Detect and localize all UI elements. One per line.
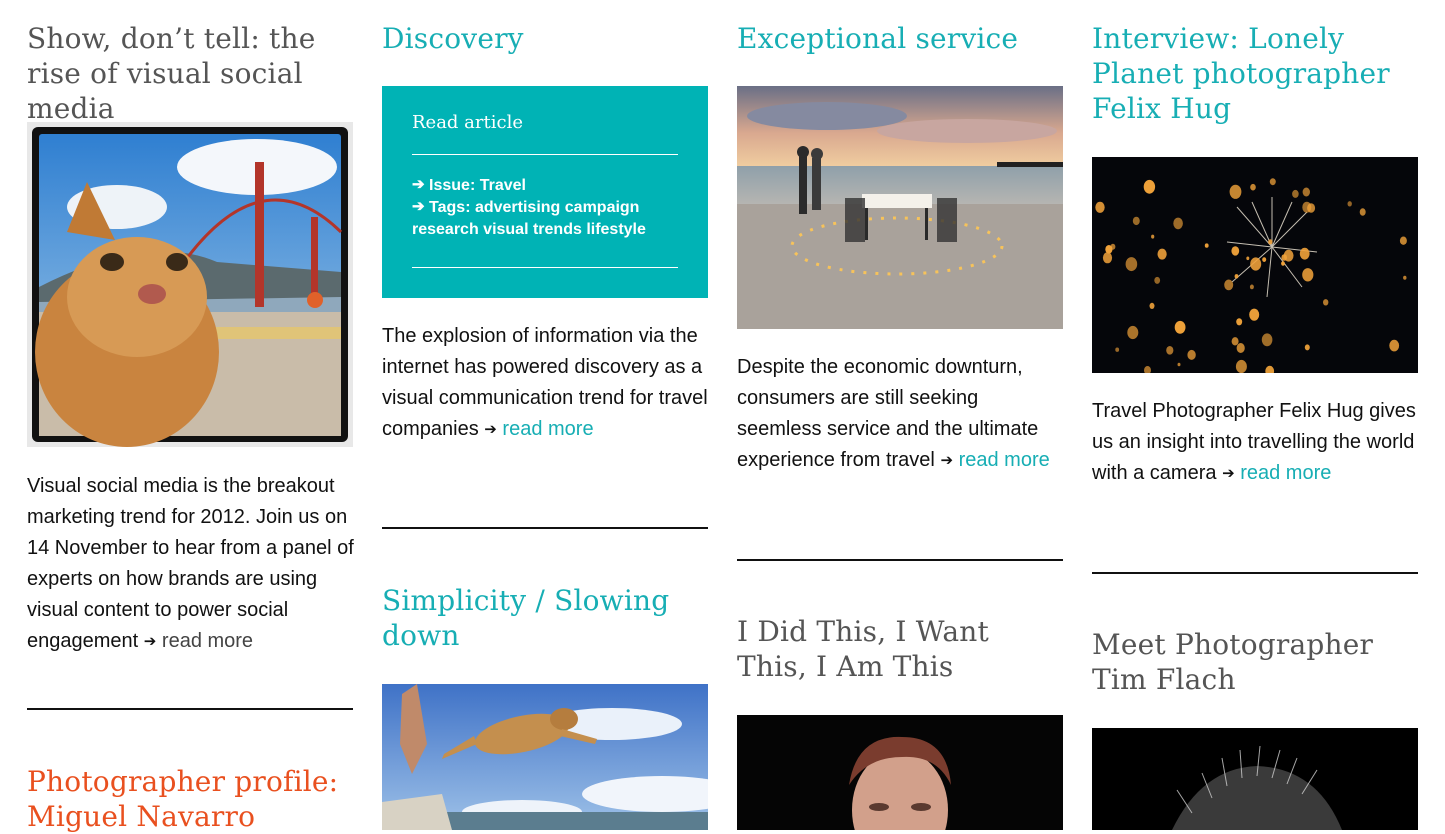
lantern-shape [1151,234,1155,239]
article-summary: Visual social media is the breakout mark… [27,471,357,658]
lantern-shape [1204,243,1209,248]
lantern-shape [1269,178,1276,186]
article-title[interactable]: Discovery [382,21,524,56]
lanterns-image[interactable] [1092,157,1418,373]
article-title[interactable]: Meet Photographer Tim Flach [1092,627,1418,697]
arrow-right-icon: ➔ [412,198,425,215]
fur-texture-illustration [1092,728,1418,830]
lantern-shape [1231,337,1239,346]
read-more-link[interactable]: read more [1240,462,1331,484]
article-title[interactable]: I Did This, I Want This, I Am This [737,614,1067,684]
card-divider [412,267,678,268]
lantern-shape [1157,248,1167,260]
lantern-shape [1115,347,1120,352]
tim-flach-image[interactable] [1092,728,1418,830]
arrow-right-icon: ➔ [412,176,425,193]
beach-dinner-image[interactable] [737,86,1063,329]
lantern-shape [1302,268,1314,282]
lantern-shape [1174,320,1186,334]
article-summary: Despite the economic downturn, consumers… [737,352,1063,477]
card-meta: ➔ Issue: Travel ➔ Tags: advertising camp… [412,175,678,241]
article-title[interactable]: Photographer profile: Miguel Navarro [27,764,357,834]
lantern-shape [1173,217,1183,230]
lantern-shape [1143,179,1156,194]
divider [382,527,708,529]
lantern-shape [1231,246,1240,256]
lantern-shape [1302,201,1312,213]
portrait-man-illustration [737,715,1063,830]
beach-dinner-illustration [737,86,1063,329]
lantern-shape [1249,308,1260,321]
dog-jumping-illustration [382,684,708,830]
dog-jumping-image[interactable] [382,684,708,830]
lantern-shape [1302,187,1310,197]
divider [737,559,1063,561]
lantern-shape [1304,344,1310,351]
lantern-shape [1145,182,1149,187]
lantern-shape [1389,339,1400,352]
lantern-shape [1095,201,1105,213]
article-summary: Travel Photographer Felix Hug gives us a… [1092,396,1418,490]
lantern-shape [1246,256,1250,261]
read-article-link[interactable]: Read article [412,112,523,133]
lantern-shape [1149,302,1155,309]
issue-line: ➔ Issue: Travel [412,175,678,197]
lantern-shape [1166,346,1174,355]
issue-link[interactable]: Issue: Travel [429,177,526,194]
lantern-shape [1235,359,1247,373]
lanterns-fireworks-illustration [1092,157,1418,373]
arrow-right-icon: ➔ [940,452,954,469]
lantern-shape [1154,276,1161,284]
lantern-shape [1236,318,1243,326]
cat-bridge-illustration [27,122,353,447]
lantern-shape [1132,216,1140,226]
lantern-shape [1359,208,1366,216]
tags-link[interactable]: Tags: advertising campaign research visu… [412,199,646,238]
lantern-shape [1323,299,1329,306]
lantern-shape [1347,201,1352,207]
article-summary: The explosion of information via the int… [382,321,708,446]
lantern-shape [1224,279,1234,291]
lantern-shape [1249,284,1254,290]
lantern-shape [1177,362,1181,367]
lantern-shape [1187,349,1196,360]
lantern-shape [1105,245,1113,254]
arrow-right-icon: ➔ [1222,465,1235,482]
read-more-link[interactable]: read more [162,630,253,652]
card-divider [412,154,678,155]
lantern-shape [1125,257,1138,272]
lantern-shape [1229,184,1242,199]
cat-bridge-image[interactable] [27,122,353,447]
article-info-card: Read article ➔ Issue: Travel ➔ Tags: adv… [382,86,708,298]
lantern-shape [1102,252,1113,264]
lantern-shape [1299,247,1310,260]
lantern-shape [1236,343,1245,353]
lantern-shape [1281,261,1285,266]
portrait-man-image[interactable] [737,715,1063,830]
tags-line: ➔ Tags: advertising campaign research vi… [412,197,678,241]
lantern-shape [1262,257,1267,262]
lantern-shape [1127,325,1139,340]
lantern-shape [1261,333,1273,347]
article-title[interactable]: Simplicity / Slowing down [382,583,708,653]
lantern-shape [1283,249,1294,262]
arrow-right-icon: ➔ [484,421,497,438]
divider [1092,572,1418,574]
lantern-shape [1250,183,1256,191]
lantern-shape [1403,275,1407,280]
lantern-shape [1234,274,1239,279]
lantern-shape [1250,257,1262,271]
lantern-shape [1292,189,1299,198]
arrow-right-icon: ➔ [143,633,157,650]
lantern-shape [1268,239,1273,245]
article-title[interactable]: Exceptional service [737,21,1018,56]
read-more-link[interactable]: read more [959,449,1050,471]
divider [27,708,353,710]
read-more-link[interactable]: read more [502,418,593,440]
lantern-shape [1399,236,1407,245]
summary-text: Visual social media is the breakout mark… [27,475,354,652]
article-grid: Show, don’t tell: the rise of visual soc… [0,0,1445,833]
article-title[interactable]: Interview: Lonely Planet photographer Fe… [1092,21,1422,126]
article-title[interactable]: Show, don’t tell: the rise of visual soc… [27,21,357,126]
